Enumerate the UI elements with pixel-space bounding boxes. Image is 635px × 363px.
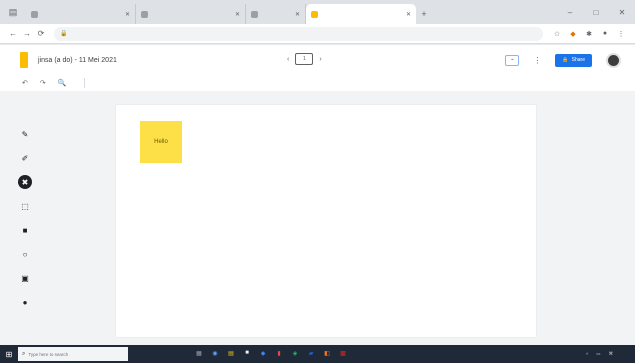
frame-bar-button[interactable]: 1 xyxy=(295,53,314,65)
tab-favicon-icon xyxy=(141,10,148,18)
whiteboard-canvas[interactable]: Hello xyxy=(116,105,536,337)
network-icon[interactable]: ⌘ xyxy=(609,351,614,357)
puzzle-icon[interactable]: ✱ xyxy=(581,30,597,38)
edge-icon[interactable]: ◉ xyxy=(210,347,220,359)
powerpoint-icon[interactable]: ◧ xyxy=(322,347,332,359)
mail-icon[interactable]: ◆ xyxy=(258,347,268,359)
undo-icon[interactable]: ↶ xyxy=(22,79,28,87)
browser-menu-icon[interactable]: ⋮ xyxy=(613,30,629,38)
laser-icon[interactable]: ● xyxy=(18,295,32,309)
os-taskbar: ⊞ ⌕ Type here to search ▦ ◉ ▤ ■ ◆ ▮ ◈ ▰ … xyxy=(0,345,635,363)
tab-favicon-icon xyxy=(251,10,258,18)
back-button[interactable]: ← xyxy=(6,29,20,38)
task-view-icon[interactable]: ▦ xyxy=(194,347,204,359)
frame-navigator: ‹ 1 › xyxy=(287,53,322,65)
share-label: Share xyxy=(571,57,585,63)
profile-icon[interactable]: ● xyxy=(597,30,613,37)
tab-close-icon[interactable]: ✕ xyxy=(235,11,240,18)
store-icon[interactable]: ■ xyxy=(242,347,252,359)
header-actions: ⌁ ⋮ 🔒 Share xyxy=(505,52,621,68)
tab-close-icon[interactable]: ✕ xyxy=(406,11,411,18)
lock-icon: 🔒 xyxy=(60,31,68,37)
browser-tab[interactable]: ✕ xyxy=(246,4,306,24)
browser-tab[interactable]: ✕ xyxy=(136,4,246,24)
tool-palette: ✎ ✐ ✖ ⬚ ■ ○ ▣ ● xyxy=(14,127,36,309)
zoom-icon[interactable]: 🔍 xyxy=(58,79,67,87)
pen-icon[interactable]: ✎ xyxy=(18,127,32,141)
word-icon[interactable]: ▰ xyxy=(306,347,316,359)
pdf-icon[interactable]: ▩ xyxy=(338,347,348,359)
close-window-button[interactable]: ✕ xyxy=(609,8,635,17)
app-header: jinsa (a do) - 11 Mei 2021 ‹ 1 › ⌁ ⋮ 🔒 S… xyxy=(0,45,635,75)
share-button[interactable]: 🔒 Share xyxy=(555,53,592,67)
file-explorer-icon[interactable]: ▤ xyxy=(226,347,236,359)
browser-tab-active[interactable]: ✕ xyxy=(306,4,416,24)
frame-counter: 1 xyxy=(302,56,306,62)
sticky-note[interactable]: Hello xyxy=(140,121,182,163)
tab-close-icon[interactable]: ✕ xyxy=(125,11,130,18)
browser-tab-strip: ▤ ✕ ✕ ✕ ✕ + – □ ✕ xyxy=(0,0,635,24)
canvas-toolbar: ↶ ↷ 🔍 xyxy=(0,75,635,91)
comment-icon[interactable]: ⌁ xyxy=(505,54,520,66)
battery-icon[interactable]: ▭ xyxy=(596,351,600,357)
address-bar-row: ← → ⟳ 🔒 ☆ ◆ ✱ ● ⋮ xyxy=(0,24,635,44)
avatar[interactable] xyxy=(606,52,621,68)
start-icon[interactable]: ⊞ xyxy=(0,350,18,359)
window-menu-icon[interactable]: ▤ xyxy=(0,0,26,24)
tab-favicon-icon xyxy=(311,10,318,18)
window-controls: – □ ✕ xyxy=(557,0,635,24)
sticky-note-text: Hello xyxy=(154,139,168,145)
chrome-icon[interactable]: ◈ xyxy=(290,347,300,359)
redo-icon[interactable]: ↷ xyxy=(40,79,46,87)
taskbar-apps: ▦ ◉ ▤ ■ ◆ ▮ ◈ ▰ ◧ ▩ xyxy=(194,347,348,359)
taskbar-search-input[interactable]: ⌕ Type here to search xyxy=(18,347,128,361)
eraser-icon[interactable]: ✖ xyxy=(18,175,32,189)
new-tab-button[interactable]: + xyxy=(416,4,432,24)
system-tray: ^ ▭ ⌘ xyxy=(586,351,635,357)
tab-close-icon[interactable]: ✕ xyxy=(295,11,300,18)
document-title[interactable]: jinsa (a do) - 11 Mei 2021 xyxy=(38,57,117,64)
next-frame-icon[interactable]: › xyxy=(319,56,321,63)
jamboard-logo[interactable] xyxy=(20,52,28,68)
forward-button[interactable]: → xyxy=(20,29,34,38)
circle-shape-icon[interactable]: ○ xyxy=(18,247,32,261)
extension-icon[interactable]: ◆ xyxy=(565,30,581,38)
minimize-button[interactable]: – xyxy=(557,8,583,17)
sticky-note-icon[interactable]: ■ xyxy=(18,223,32,237)
browser-tab[interactable]: ✕ xyxy=(26,4,136,24)
lock-share-icon: 🔒 xyxy=(562,57,569,63)
reload-button[interactable]: ⟳ xyxy=(34,29,48,38)
more-options-icon[interactable]: ⋮ xyxy=(533,56,541,65)
tray-chevron-icon[interactable]: ^ xyxy=(586,352,588,357)
star-icon[interactable]: ☆ xyxy=(549,30,565,38)
marker-icon[interactable]: ✐ xyxy=(18,151,32,165)
work-area: ✎ ✐ ✖ ⬚ ■ ○ ▣ ● Hello xyxy=(0,91,635,345)
search-icon: ⌕ xyxy=(22,350,26,357)
taskbar-search-placeholder: Type here to search xyxy=(28,351,69,357)
tab-favicon-icon xyxy=(31,10,38,18)
app-icon[interactable]: ▮ xyxy=(274,347,284,359)
prev-frame-icon[interactable]: ‹ xyxy=(287,56,289,63)
toolbar-divider xyxy=(84,78,86,88)
image-icon[interactable]: ▣ xyxy=(18,271,32,285)
maximize-button[interactable]: □ xyxy=(583,8,609,17)
select-icon[interactable]: ⬚ xyxy=(18,199,32,213)
url-input[interactable]: 🔒 xyxy=(54,26,543,41)
